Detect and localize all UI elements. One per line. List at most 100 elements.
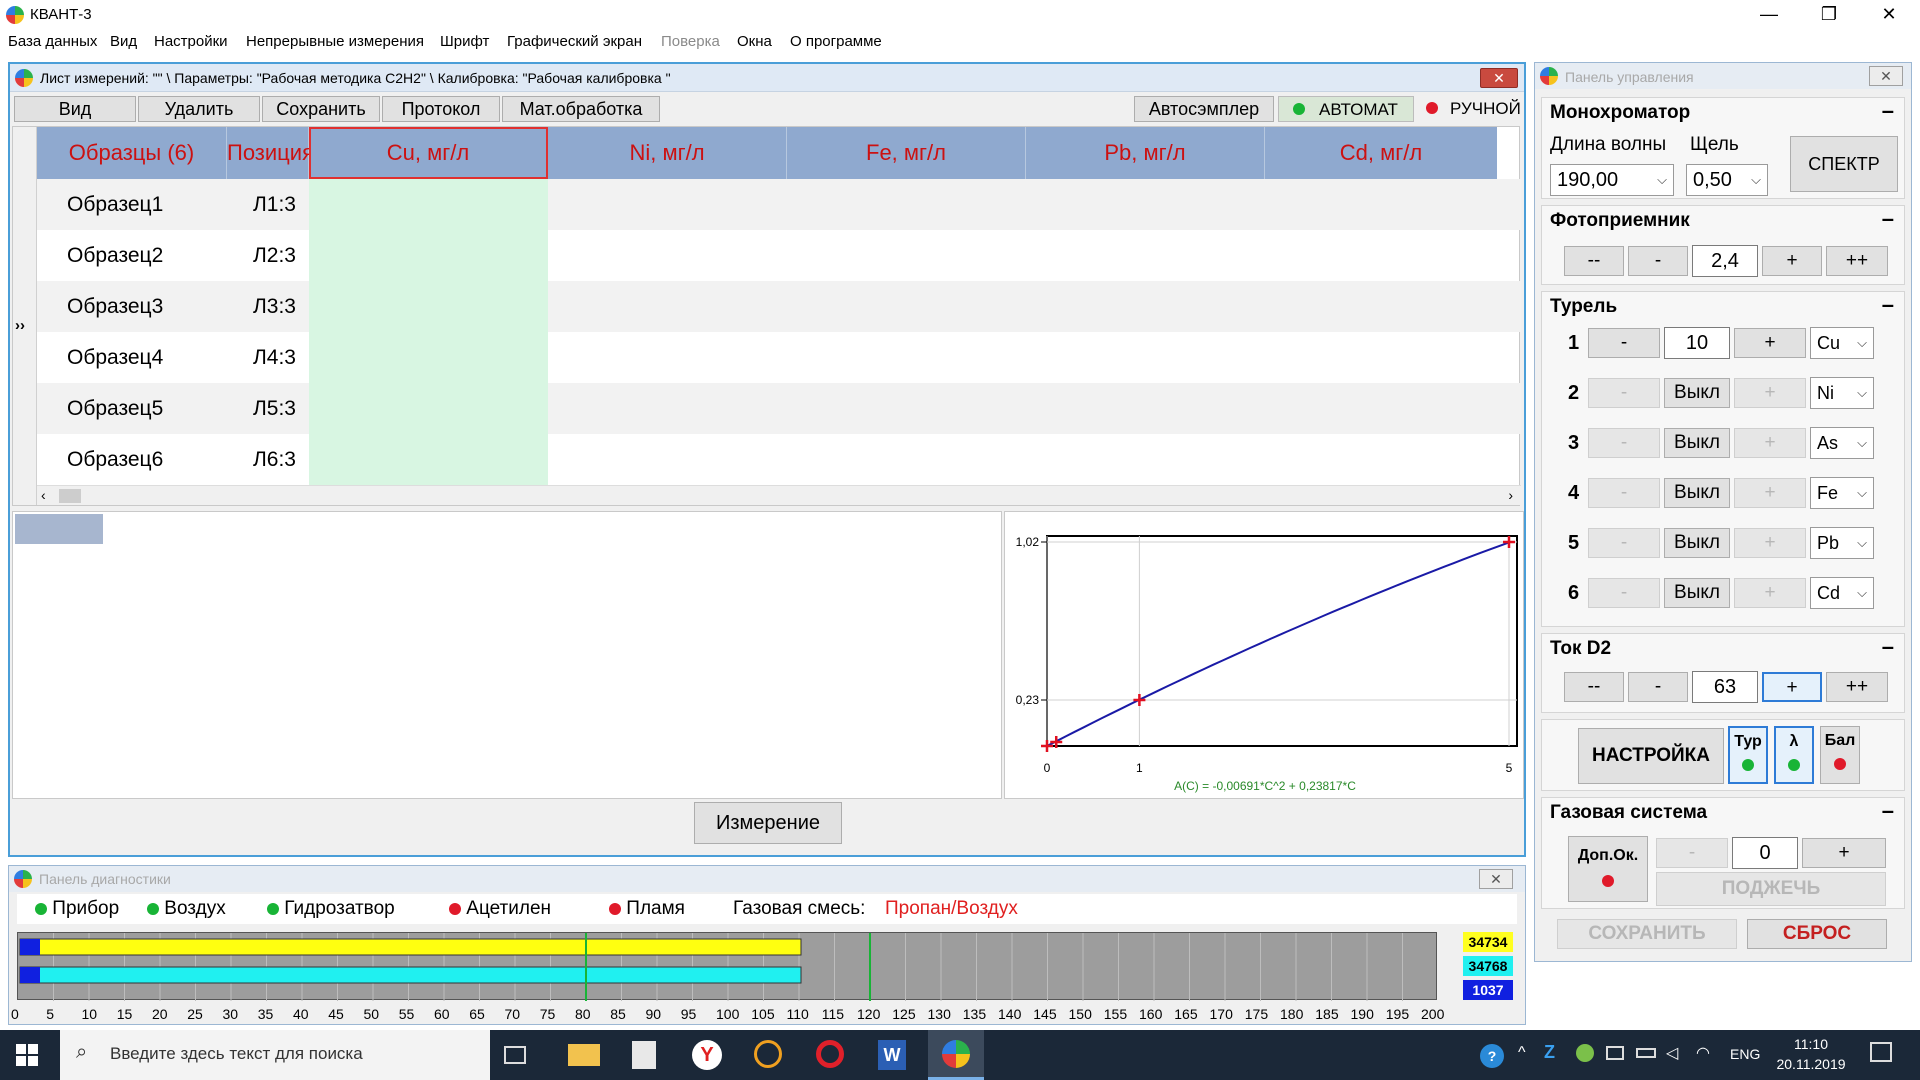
menu-about[interactable]: О программе [790,33,882,50]
setup-button[interactable]: НАСТРОЙКА [1578,728,1724,784]
protocol-button[interactable]: Протокол [382,96,500,122]
menu-view[interactable]: Вид [110,33,137,50]
turret-increase-button[interactable]: + [1734,428,1806,458]
d2-increase-button[interactable]: + [1762,672,1822,702]
cu-value-cell[interactable] [309,230,548,281]
table-row[interactable]: Образец3 Л3:3 [37,281,1521,332]
menu-database[interactable]: База данных [8,33,97,50]
menu-continuous[interactable]: Непрерывные измерения [246,33,424,50]
d2-value[interactable]: 63 [1692,671,1758,703]
gas-value[interactable]: 0 [1732,837,1798,869]
d2-decrease-fast-button[interactable]: -- [1564,672,1624,702]
col-header-position[interactable]: Позиция [227,127,314,179]
scroll-thumb[interactable] [59,489,81,503]
save-settings-button[interactable]: СОХРАНИТЬ [1557,919,1737,949]
table-row[interactable]: Образец4 Л4:3 [37,332,1521,383]
wifi-icon[interactable]: ◠ [1696,1043,1710,1063]
auto-mode-toggle[interactable]: АВТОМАТ [1278,96,1414,122]
menu-windows[interactable]: Окна [737,33,772,50]
volume-icon[interactable]: ◁ [1666,1043,1678,1063]
close-window-button[interactable]: ✕ [1860,0,1918,30]
turret-current-value[interactable]: Выкл [1664,478,1730,508]
cu-value-cell[interactable] [309,332,548,383]
balance-setup-toggle[interactable]: Бал [1820,726,1860,784]
table-row[interactable]: Образец1 Л1:3 [37,179,1521,230]
taskbar-search-box[interactable]: ⌕ Введите здесь текст для поиска [60,1030,490,1080]
collapse-icon[interactable]: – [1882,634,1894,660]
collapse-icon[interactable]: – [1882,798,1894,824]
cu-value-cell[interactable] [309,281,548,332]
turret-increase-button[interactable]: + [1734,578,1806,608]
autosampler-button[interactable]: Автосэмплер [1134,96,1274,122]
photo-decrease-fast-button[interactable]: -- [1564,246,1624,276]
close-icon[interactable]: ✕ [1869,66,1903,86]
help-icon[interactable]: ? [1480,1044,1504,1068]
reset-button[interactable]: СБРОС [1747,919,1887,949]
table-row[interactable]: Образец2 Л2:3 [37,230,1521,281]
manual-mode-toggle[interactable]: РУЧНОЙ [1416,96,1522,122]
turret-current-value[interactable]: Выкл [1664,428,1730,458]
turret-decrease-button[interactable]: - [1588,478,1660,508]
col-header-samples[interactable]: Образцы (6) [37,127,227,179]
turret-current-value[interactable]: Выкл [1664,528,1730,558]
table-expander[interactable]: ›› [13,127,37,505]
col-header-cu[interactable]: Cu, мг/л [309,127,548,179]
menu-font[interactable]: Шрифт [440,33,489,50]
turret-decrease-button[interactable]: - [1588,428,1660,458]
turret-element-select[interactable]: Pb ⌵ [1810,527,1874,559]
save-button[interactable]: Сохранить [262,96,380,122]
language-indicator[interactable]: ENG [1730,1046,1760,1062]
opera-browser-icon[interactable] [816,1040,844,1068]
gas-decrease-button[interactable]: - [1656,838,1728,868]
tray-app-icon[interactable]: Z [1544,1042,1555,1063]
restore-button[interactable]: ❐ [1800,0,1858,30]
menu-settings[interactable]: Настройки [154,33,228,50]
turret-decrease-button[interactable]: - [1588,578,1660,608]
turret-increase-button[interactable]: + [1734,328,1806,358]
d2-increase-fast-button[interactable]: ++ [1826,672,1888,702]
photo-increase-button[interactable]: + [1762,246,1822,276]
table-row[interactable]: Образец6 Л6:3 [37,434,1521,485]
lambda-setup-toggle[interactable]: λ [1774,726,1814,784]
turret-decrease-button[interactable]: - [1588,328,1660,358]
chat-app-icon[interactable] [754,1040,782,1068]
gas-increase-button[interactable]: + [1802,838,1886,868]
turret-element-select[interactable]: Cu ⌵ [1810,327,1874,359]
turret-element-select[interactable]: Fe ⌵ [1810,477,1874,509]
scroll-left-icon[interactable]: ‹ [41,487,46,503]
collapse-icon[interactable]: – [1882,292,1894,318]
clock-date[interactable]: 20.11.2019 [1770,1056,1852,1072]
wavelength-select[interactable]: 190,00 ⌵ [1550,164,1674,196]
turret-current-value[interactable]: Выкл [1664,578,1730,608]
clock-time[interactable]: 11:10 [1776,1036,1846,1052]
tray-status-icon[interactable] [1576,1044,1594,1062]
close-icon[interactable]: ✕ [1479,869,1513,889]
file-explorer-icon[interactable] [568,1044,600,1066]
cu-value-cell[interactable] [309,179,548,230]
ignite-button[interactable]: ПОДЖЕЧЬ [1656,872,1886,906]
network-icon[interactable] [1606,1046,1624,1060]
close-icon[interactable]: ✕ [1480,68,1518,88]
collapse-icon[interactable]: – [1882,206,1894,232]
task-view-icon[interactable] [504,1046,526,1064]
col-header-pb[interactable]: Pb, мг/л [1026,127,1265,179]
view-button[interactable]: Вид [14,96,136,122]
turret-element-select[interactable]: Ni ⌵ [1810,377,1874,409]
turret-decrease-button[interactable]: - [1588,528,1660,558]
turret-increase-button[interactable]: + [1734,478,1806,508]
menu-graphic-screen[interactable]: Графический экран [507,33,642,50]
table-row[interactable]: Образец5 Л5:3 [37,383,1521,434]
measure-button[interactable]: Измерение [694,802,842,844]
math-processing-button[interactable]: Мат.обработка [502,96,660,122]
results-selection-cell[interactable] [15,514,103,544]
notifications-icon[interactable] [1870,1042,1892,1062]
turret-current-value[interactable]: Выкл [1664,378,1730,408]
scroll-right-icon[interactable]: › [1508,487,1513,503]
horizontal-scrollbar[interactable]: ‹ › [37,485,1521,505]
delete-button[interactable]: Удалить [138,96,260,122]
kvant-taskbar-button[interactable] [928,1030,984,1080]
turret-element-select[interactable]: Cd ⌵ [1810,577,1874,609]
photo-decrease-button[interactable]: - [1628,246,1688,276]
turret-element-select[interactable]: As ⌵ [1810,427,1874,459]
turret-decrease-button[interactable]: - [1588,378,1660,408]
